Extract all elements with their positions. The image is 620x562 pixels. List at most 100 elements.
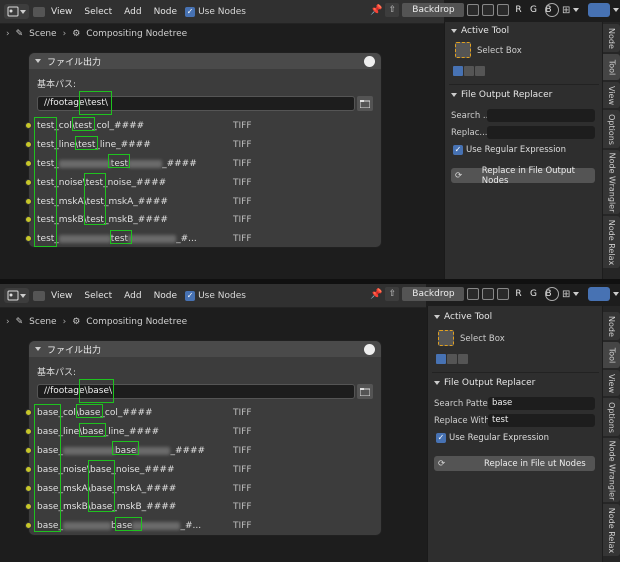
tab-node[interactable]: Node: [603, 24, 620, 52]
snap-icon[interactable]: [545, 3, 559, 17]
node-preview-icon[interactable]: [364, 55, 375, 67]
tab-view[interactable]: View: [603, 82, 620, 108]
pin-icon[interactable]: 📌: [370, 5, 382, 16]
socket-line[interactable]: [25, 428, 32, 435]
snap-icon[interactable]: [545, 287, 559, 301]
redacted-text: [58, 159, 111, 168]
tab-node-relax[interactable]: Node Relax: [603, 504, 620, 556]
channel-r[interactable]: R: [512, 4, 524, 16]
node-preview-icon[interactable]: [364, 343, 375, 355]
select-new-icon[interactable]: [436, 354, 446, 364]
regex-toggle[interactable]: ✓ Use Regular Expression: [436, 433, 549, 443]
socket-mskB[interactable]: [25, 216, 32, 223]
select-box-label: Select Box: [460, 334, 505, 344]
nodetree-icon: ⚙: [72, 29, 81, 39]
use-nodes-label: Use Nodes: [198, 290, 246, 301]
socket-mskB[interactable]: [25, 503, 32, 510]
overlay-button[interactable]: [588, 3, 611, 17]
tab-node[interactable]: Node: [603, 312, 620, 340]
grid-icon[interactable]: ⊞: [562, 5, 570, 16]
channel-alpha[interactable]: [497, 288, 510, 300]
use-nodes-toggle[interactable]: ✓ Use Nodes: [185, 290, 246, 301]
overlay-button[interactable]: [588, 287, 611, 301]
select-extend-icon[interactable]: [447, 354, 457, 364]
menu-select[interactable]: Select: [78, 7, 118, 17]
menu-node[interactable]: Node: [148, 291, 184, 301]
replace-input[interactable]: test: [488, 414, 595, 427]
menu-add[interactable]: Add: [118, 291, 147, 301]
tab-tool[interactable]: Tool: [603, 342, 620, 368]
select-new-icon[interactable]: [453, 66, 463, 76]
collapse-chevron-icon[interactable]: [35, 59, 41, 63]
tab-options[interactable]: Options: [603, 110, 620, 148]
channel-alpha[interactable]: [497, 4, 510, 16]
replace-button[interactable]: ⟳ Replace in File Output Nodes: [451, 166, 595, 186]
socket-col[interactable]: [25, 409, 32, 416]
editor-options-icon[interactable]: [33, 290, 45, 301]
sidebar-toggle-icon[interactable]: ›: [6, 317, 10, 327]
menu-select[interactable]: Select: [78, 291, 118, 301]
menu-add[interactable]: Add: [118, 7, 147, 17]
collapse-chevron-icon[interactable]: [35, 347, 41, 351]
replace-button[interactable]: ⟳ Replace in File ut Nodes: [434, 456, 595, 471]
select-box-icon[interactable]: [438, 330, 454, 346]
chevron-down-icon: [451, 93, 457, 97]
select-subtract-icon[interactable]: [475, 66, 485, 76]
format-label: TIFF: [233, 197, 252, 207]
tab-view[interactable]: View: [603, 370, 620, 396]
tab-node-wrangler[interactable]: Node Wrangler: [603, 438, 620, 502]
replace-input[interactable]: [487, 126, 595, 139]
pin-icon[interactable]: 📌: [370, 289, 382, 300]
channel-color-alpha[interactable]: [467, 288, 480, 300]
channel-r[interactable]: R: [512, 288, 524, 300]
format-label: TIFF: [233, 140, 252, 150]
menu-view[interactable]: View: [45, 7, 78, 17]
tab-tool[interactable]: Tool: [603, 54, 620, 80]
folder-browse-button[interactable]: [357, 96, 373, 111]
socket-blurred-1[interactable]: [25, 160, 32, 167]
node-header[interactable]: ファイル出力: [29, 341, 381, 357]
backdrop-button[interactable]: Backdrop: [402, 287, 465, 301]
channel-color[interactable]: [482, 4, 495, 16]
socket-blurred-2[interactable]: [25, 522, 32, 529]
active-tool-header[interactable]: Active Tool: [434, 312, 492, 322]
menu-node[interactable]: Node: [148, 7, 184, 17]
search-input[interactable]: [487, 109, 595, 122]
editor-type-button[interactable]: [4, 4, 29, 19]
node-header[interactable]: ファイル出力: [29, 53, 381, 69]
tab-options[interactable]: Options: [603, 398, 620, 436]
grid-icon[interactable]: ⊞: [562, 289, 570, 300]
replacer-header[interactable]: File Output Replacer: [434, 378, 535, 388]
tab-node-wrangler[interactable]: Node Wrangler: [603, 150, 620, 214]
tab-node-relax[interactable]: Node Relax: [603, 216, 620, 268]
channel-g[interactable]: G: [527, 288, 539, 300]
socket-mskA[interactable]: [25, 485, 32, 492]
use-nodes-toggle[interactable]: ✓ Use Nodes: [185, 6, 246, 17]
backdrop-button[interactable]: Backdrop: [402, 3, 465, 17]
channel-color-alpha[interactable]: [467, 4, 480, 16]
socket-col[interactable]: [25, 122, 32, 129]
channel-g[interactable]: G: [527, 4, 539, 16]
channel-color[interactable]: [482, 288, 495, 300]
menu-view[interactable]: View: [45, 291, 78, 301]
select-extend-icon[interactable]: [464, 66, 474, 76]
socket-noise[interactable]: [25, 466, 32, 473]
header-overlay-tools: ⊞: [545, 287, 620, 301]
editor-type-button[interactable]: [4, 288, 29, 303]
replacer-header[interactable]: File Output Replacer: [451, 90, 552, 100]
search-input[interactable]: base: [488, 397, 595, 410]
socket-noise[interactable]: [25, 179, 32, 186]
socket-blurred-1[interactable]: [25, 447, 32, 454]
active-tool-header[interactable]: Active Tool: [451, 26, 509, 36]
parent-node-icon[interactable]: ⇧: [385, 287, 400, 301]
select-subtract-icon[interactable]: [458, 354, 468, 364]
parent-node-icon[interactable]: ⇧: [385, 3, 400, 17]
regex-toggle[interactable]: ✓ Use Regular Expression: [453, 145, 566, 155]
select-box-icon[interactable]: [455, 42, 471, 58]
socket-blurred-2[interactable]: [25, 235, 32, 242]
folder-browse-button[interactable]: [357, 384, 373, 399]
sidebar-toggle-icon[interactable]: ›: [6, 29, 10, 39]
socket-mskA[interactable]: [25, 198, 32, 205]
editor-options-icon[interactable]: [33, 6, 45, 17]
socket-line[interactable]: [25, 141, 32, 148]
